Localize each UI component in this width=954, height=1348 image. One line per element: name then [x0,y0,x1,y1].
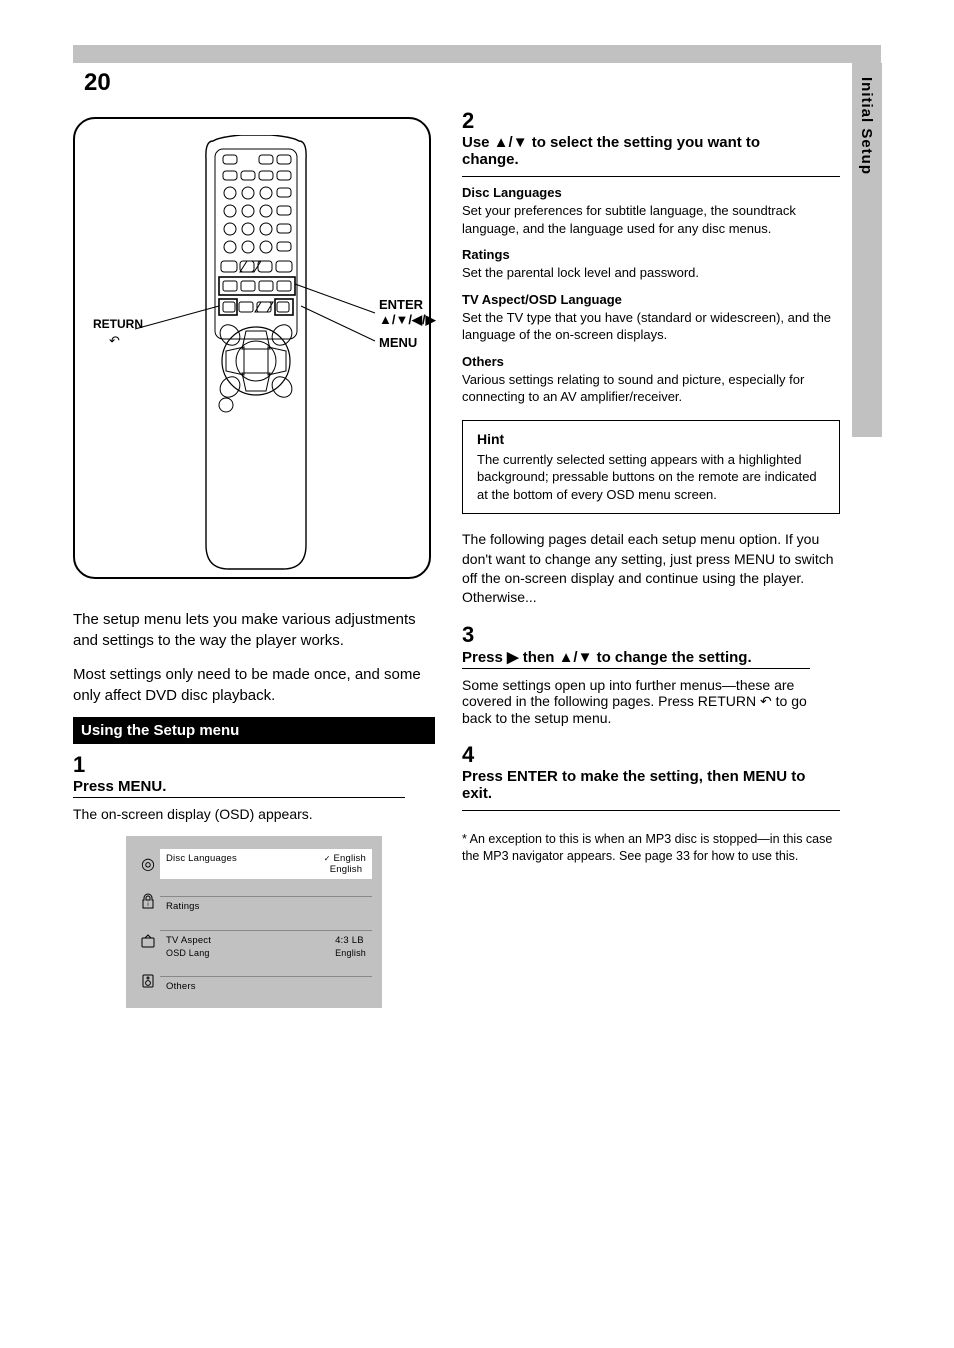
osd-row-disc-languages: ◎ Disc Languages ✓ English English [126,844,382,884]
osd-row-ratings: i Ratings [126,884,382,924]
setting-tv-aspect-body: Set the TV type that you have (standard … [462,309,840,344]
osd-row-others: Others [126,964,382,1004]
hint-body: The currently selected setting appears w… [477,451,825,504]
disc-icon: ◎ [136,854,160,874]
speaker-icon [136,973,160,994]
step-3-title: Press ▶ then ▲/▼ to change the setting. [462,649,752,666]
setting-others-body: Various settings relating to sound and p… [462,371,840,406]
osd-row1-valueB: English [324,864,363,875]
label-enter: ENTER▲/▼/◀/▶ [379,297,436,328]
setting-ratings-title: Ratings [462,247,840,262]
intro-para-1: The setup menu lets you make various adj… [73,610,435,651]
setting-ratings: Ratings Set the parental lock level and … [462,247,840,282]
osd-row3-valueA: 4:3 LB [335,935,364,946]
return-curved-arrow-icon: ↶ [760,693,772,709]
step-2-title: Use ▲/▼ to select the setting you want t… [462,134,760,168]
remote-svg [201,135,311,575]
right-column: 2 Use ▲/▼ to select the setting you want… [462,108,840,870]
osd-row1-valueA: English [333,853,366,864]
footnote: * An exception to this is when an MP3 di… [462,831,840,865]
setting-tv-aspect: TV Aspect/OSD Language Set the TV type t… [462,292,840,344]
step-4-title: Press ENTER to make the setting, then ME… [462,768,805,802]
lock-icon: i [136,893,160,914]
osd-row3-sub: OSD Lang [166,948,211,958]
step-4-number: 4 [462,742,490,768]
osd-row4-label: Others [166,981,196,992]
setup-heading: Using the Setup menu [73,717,435,744]
page-number: 20 [84,62,128,98]
remote-diagram: ENTER▲/▼/◀/▶ RETURN ↶ MENU [73,117,431,579]
step-3-number: 3 [462,622,490,648]
setting-others-title: Others [462,354,840,369]
setting-disc-languages-body: Set your preferences for subtitle langua… [462,202,840,237]
label-menu: MENU [379,335,417,350]
step-1-title: Press MENU. [73,778,166,795]
step-1-number: 1 [73,752,101,778]
step-1-desc: The on-screen display (OSD) appears. [73,806,313,822]
step-3-desc: Some settings open up into further menus… [462,677,807,726]
setting-ratings-body: Set the parental lock level and password… [462,264,840,282]
setting-others: Others Various settings relating to soun… [462,354,840,406]
step-2-number: 2 [462,108,490,134]
left-column: The setup menu lets you make various adj… [73,610,435,1018]
top-bar [73,45,881,63]
label-return: RETURN [93,317,143,331]
setting-tv-aspect-title: TV Aspect/OSD Language [462,292,840,307]
setting-disc-languages-title: Disc Languages [462,185,840,200]
hint-title: Hint [477,431,825,447]
osd-row-tv-aspect: TV Aspect OSD Lang 4:3 LB English [126,924,382,964]
osd-row3-valueB: English [335,948,366,958]
section-tab: Initial Setup [852,63,882,437]
osd-row1-label: Disc Languages [166,853,237,875]
step-3-intro: The following pages detail each setup me… [462,530,840,607]
svg-text:i: i [147,902,148,908]
intro-para-2: Most settings only need to be made once,… [73,665,435,706]
osd-menu: ◎ Disc Languages ✓ English English i Rat… [126,836,382,1008]
osd-row2-label: Ratings [166,901,200,912]
tv-icon [136,933,160,954]
setting-disc-languages: Disc Languages Set your preferences for … [462,185,840,237]
osd-row3-label: TV Aspect [166,935,211,946]
return-curved-arrow-icon: ↶ [109,333,120,349]
section-tab-label: Initial Setup [858,77,875,175]
hint-box: Hint The currently selected setting appe… [462,420,840,515]
